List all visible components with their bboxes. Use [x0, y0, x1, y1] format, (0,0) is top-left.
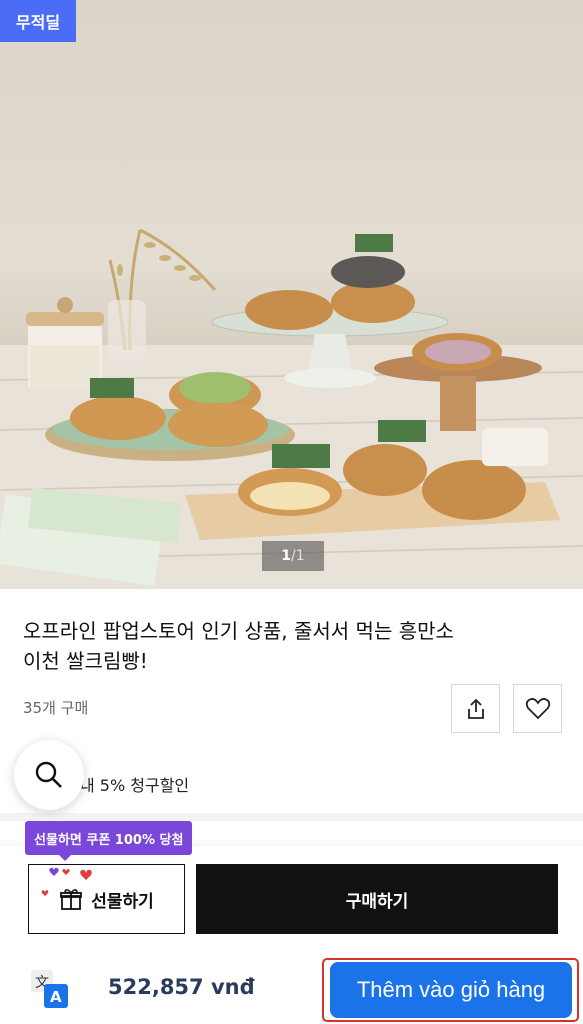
section-divider: [0, 813, 583, 821]
price-text: 522,857 vnđ: [108, 975, 255, 999]
product-title: 오프라인 팝업스토어 인기 상품, 줄서서 먹는 흥만소 이천 쌀크림빵!: [23, 616, 543, 676]
product-title-line2: 이천 쌀크림빵!: [23, 649, 148, 673]
svg-text:A: A: [50, 988, 62, 1006]
heart-outline-icon: [525, 697, 550, 719]
pager-total: 1: [295, 548, 305, 564]
image-pager: 1 / 1: [262, 541, 324, 571]
wishlist-button[interactable]: [513, 684, 562, 733]
translate-icon[interactable]: 文 A: [31, 968, 69, 1008]
search-button[interactable]: [14, 740, 84, 810]
deal-badge: 무적딜: [0, 0, 76, 42]
share-button[interactable]: [451, 684, 500, 733]
pager-current: 1: [281, 548, 292, 564]
hearts-icon: [41, 867, 92, 896]
gift-coupon-tooltip: 선물하면 쿠폰 100% 당첨: [25, 821, 193, 861]
purchase-count: 35개 구매: [23, 699, 89, 717]
share-icon: [467, 698, 484, 719]
product-image[interactable]: 무적딜 1 / 1: [0, 0, 583, 589]
add-to-cart-button[interactable]: Thêm vào giỏ hàng: [330, 962, 572, 1018]
search-icon: [35, 761, 62, 788]
product-title-line1: 오프라인 팝업스토어 인기 상품, 줄서서 먹는 흥만소: [23, 619, 454, 643]
card-discount-text[interactable]: 내 5% 청구할인: [80, 772, 189, 796]
product-photo: [0, 228, 583, 589]
buy-button[interactable]: 구매하기: [196, 864, 558, 934]
